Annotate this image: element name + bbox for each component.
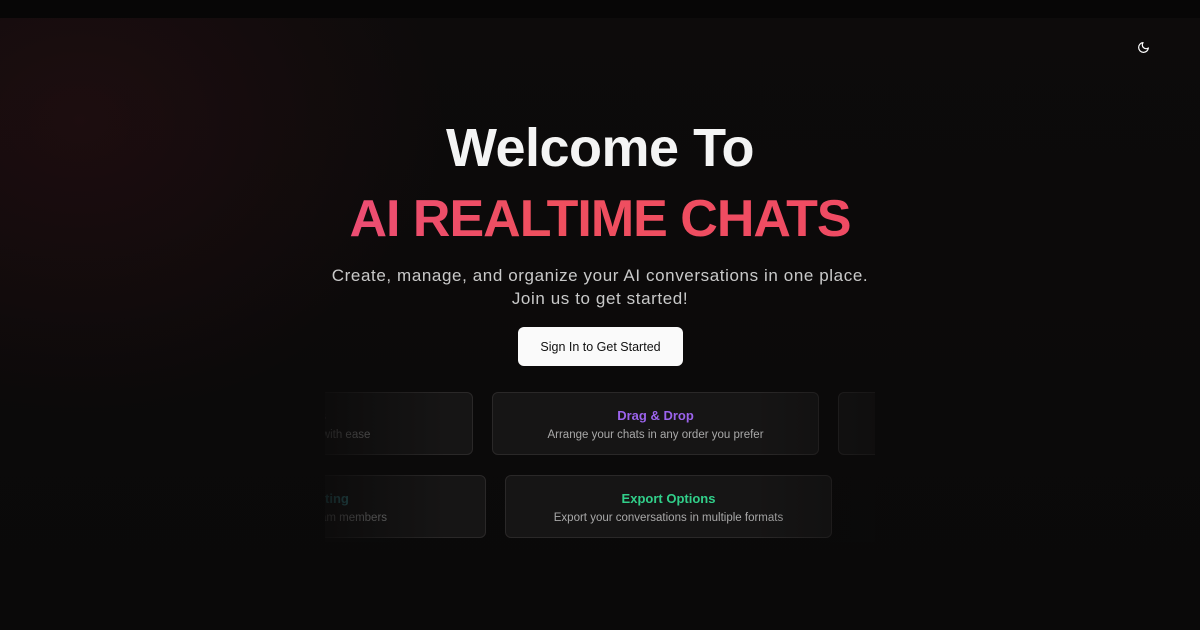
hero-subtitle: Create, manage, and organize your AI con… — [331, 266, 869, 308]
brand-title: AI REALTIME CHATS — [0, 184, 1200, 254]
feature-card-chats: Chats conversations with ease — [325, 392, 473, 455]
feature-card-next — [838, 392, 875, 455]
feature-card-drag-drop: Drag & Drop Arrange your chats in any or… — [492, 392, 819, 455]
feature-card-export: Export Options Export your conversations… — [505, 475, 832, 538]
landing-page: Welcome To AI REALTIME CHATS Create, man… — [0, 0, 1200, 630]
moon-icon — [1137, 41, 1149, 53]
page-title: Welcome To — [445, 118, 755, 178]
theme-toggle-button[interactable] — [1132, 36, 1154, 58]
sign-in-button[interactable]: Sign In to Get Started — [518, 327, 683, 366]
feature-description: -time with team members — [325, 512, 388, 524]
feature-description: Export your conversations in multiple fo… — [553, 512, 784, 524]
feature-title: Drag & Drop — [617, 408, 694, 423]
feature-card-collab-editing: r Editing -time with team members — [325, 475, 486, 538]
feature-title: Chats — [325, 408, 472, 424]
feature-title: r Editing — [325, 491, 349, 506]
feature-description: Arrange your chats in any order you pref… — [547, 429, 764, 441]
top-band — [0, 0, 1200, 18]
feature-description: conversations with ease — [325, 429, 371, 441]
hero-section: Welcome To AI REALTIME CHATS Create, man… — [0, 112, 1200, 310]
feature-title: Export Options — [621, 491, 716, 506]
features-marquee: Chats conversations with ease Drag & Dro… — [325, 390, 875, 542]
